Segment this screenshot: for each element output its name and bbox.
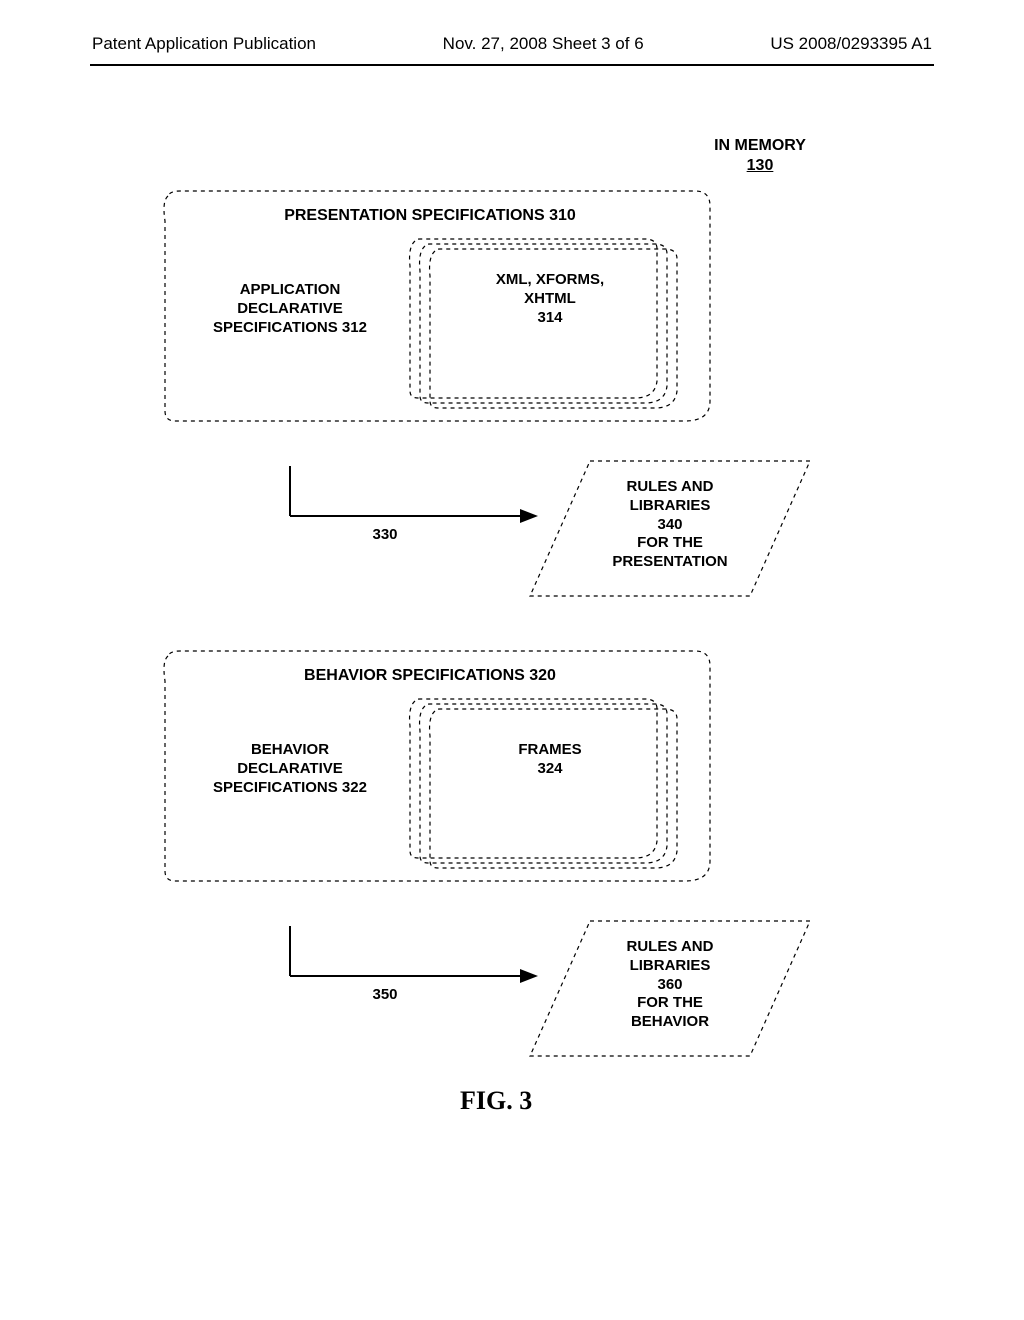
spec2-rightbox: FRAMES 324	[460, 741, 640, 779]
arrow2-label: 350	[355, 986, 415, 1005]
header-right: US 2008/0293395 A1	[770, 34, 932, 54]
spec2-leftbox: BEHAVIOR DECLARATIVE SPECIFICATIONS 322	[185, 741, 395, 797]
diagram-svg: .dash { fill: none; stroke: #000; stroke…	[90, 66, 934, 1226]
arrow1-label: 330	[355, 526, 415, 545]
spec1-title: PRESENTATION SPECIFICATIONS 310	[240, 206, 620, 226]
page-header: Patent Application Publication Nov. 27, …	[90, 30, 934, 66]
rules2-label: RULES AND LIBRARIES 360 FOR THE BEHAVIOR	[580, 938, 760, 1032]
header-left: Patent Application Publication	[92, 34, 316, 54]
memory-line2: 130	[747, 157, 774, 174]
spec1-rightbox: XML, XFORMS, XHTML 314	[450, 271, 650, 327]
spec2-title: BEHAVIOR SPECIFICATIONS 320	[240, 666, 620, 686]
spec1-leftbox: APPLICATION DECLARATIVE SPECIFICATIONS 3…	[185, 281, 395, 337]
figure-caption: FIG. 3	[460, 1086, 532, 1116]
diagram: .dash { fill: none; stroke: #000; stroke…	[90, 66, 934, 1226]
memory-label: IN MEMORY 130	[690, 136, 830, 176]
memory-line1: IN MEMORY	[714, 137, 806, 154]
rules1-label: RULES AND LIBRARIES 340 FOR THE PRESENTA…	[580, 478, 760, 572]
header-mid: Nov. 27, 2008 Sheet 3 of 6	[316, 34, 770, 54]
